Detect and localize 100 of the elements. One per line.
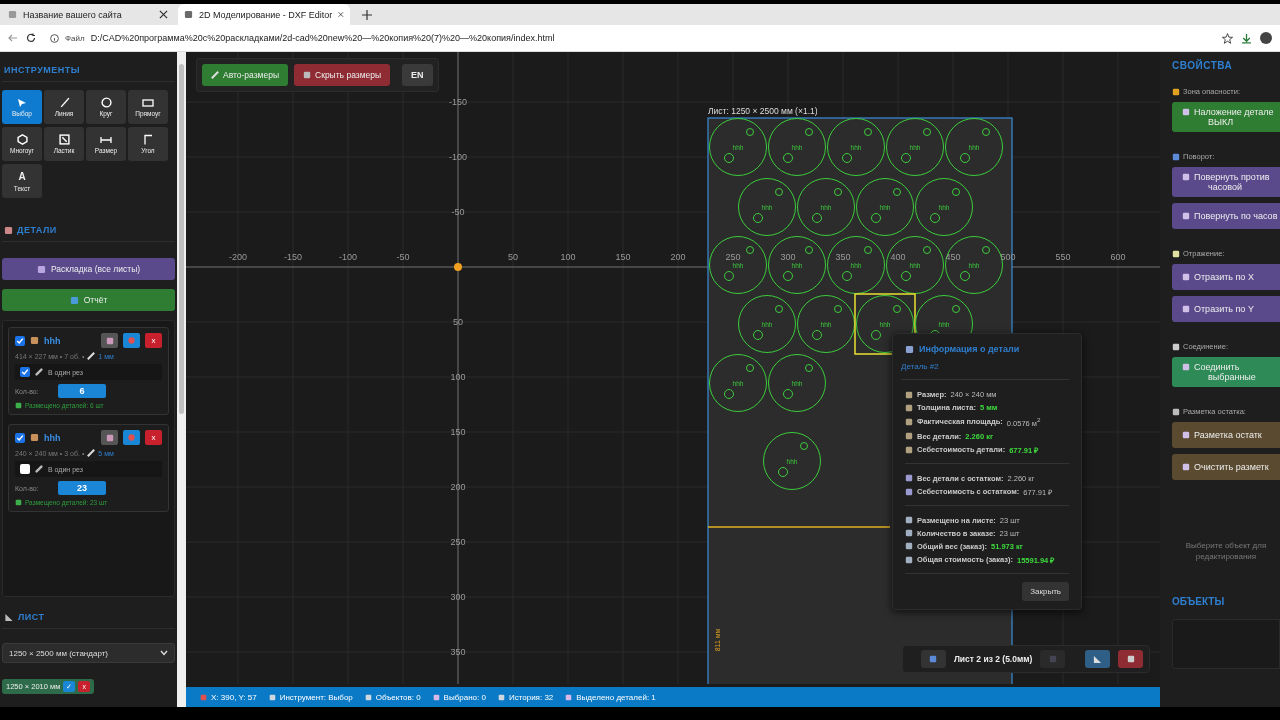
part-outline[interactable]: [827, 118, 885, 176]
part-outline[interactable]: [768, 236, 826, 294]
axis-label: 350: [835, 252, 851, 262]
close-button[interactable]: Закрыть: [1022, 581, 1069, 601]
status-text: Объектов: 0: [375, 692, 421, 702]
part-outline[interactable]: [709, 118, 767, 176]
axis-label: 600: [1110, 252, 1126, 262]
pin-icon: [200, 693, 207, 701]
link-icon: [35, 368, 43, 376]
ruler-icon: [87, 352, 96, 360]
section-icon: [1172, 152, 1180, 161]
part-outline[interactable]: [768, 354, 826, 412]
check-icon: [15, 402, 22, 409]
line-icon: [58, 97, 70, 108]
delete-button[interactable]: x: [145, 333, 162, 348]
checkbox[interactable]: [20, 464, 30, 474]
toolbar-button[interactable]: Скрыть размеры: [294, 64, 391, 86]
next-icon: [1048, 655, 1057, 663]
print-button[interactable]: [101, 430, 118, 445]
triangle-ruler-icon: [4, 612, 14, 622]
button-icon: [1182, 273, 1190, 281]
button-icon: [1182, 463, 1190, 471]
plus-icon[interactable]: [362, 9, 372, 20]
eraser-icon: [58, 134, 70, 145]
back-icon[interactable]: [8, 33, 18, 43]
box-icon: [30, 336, 39, 345]
previous-sheet-button[interactable]: [921, 650, 946, 668]
property-button[interactable]: Отразить по Y: [1172, 296, 1280, 322]
part-outline[interactable]: [886, 118, 944, 176]
part-outline[interactable]: [945, 236, 1003, 294]
toolbar-button[interactable]: Авто-размеры: [202, 64, 289, 86]
quantity-field[interactable]: 6: [58, 384, 106, 398]
angle-icon: [143, 134, 153, 145]
address-field[interactable]: D:/CAD%20программа%20c%20раскладками/2d-cad%20new%20—%20копия%20(7)%20—%20копия/index.html: [90, 33, 555, 43]
property-button[interactable]: Повернуть против часовой: [1172, 167, 1280, 197]
button-icon: [1182, 212, 1190, 220]
popup-subtitle: Деталь #2: [901, 362, 939, 371]
section-icon: [1172, 342, 1180, 351]
axis-label: 300: [450, 592, 466, 602]
property-button[interactable]: Разметка остатк: [1172, 422, 1280, 448]
download-icon[interactable]: [1241, 32, 1252, 44]
reload-icon[interactable]: [26, 33, 36, 43]
property-button[interactable]: Соединить выбранные: [1172, 357, 1280, 387]
part-outline[interactable]: [856, 178, 914, 236]
part-outline[interactable]: [709, 354, 767, 412]
action-button[interactable]: Отчёт: [2, 289, 175, 311]
checkbox[interactable]: [15, 432, 25, 443]
button-icon: [1182, 363, 1190, 371]
part-outline[interactable]: [763, 432, 821, 490]
square-icon: [432, 693, 440, 701]
ruler-icon: [211, 71, 219, 79]
ruler-icon: [364, 693, 372, 701]
property-button[interactable]: Отразить по X: [1172, 264, 1280, 290]
toolbar-button[interactable]: EN: [402, 64, 433, 86]
part-outline[interactable]: [709, 236, 767, 294]
axis-label: 400: [890, 252, 906, 262]
sheet-size-select[interactable]: 1250 × 2500 мм (стандарт): [2, 643, 175, 663]
panel-title: СВОЙСТВА: [1172, 60, 1234, 71]
axis-label: -100: [339, 252, 357, 262]
trash-icon: [1126, 655, 1135, 663]
property-button[interactable]: Наложение детале ВЫКЛ: [1172, 102, 1280, 132]
part-outline[interactable]: [768, 118, 826, 176]
link-icon: [35, 465, 43, 473]
print-button[interactable]: [101, 333, 118, 348]
cursor-icon: [17, 97, 27, 108]
chart-icon: [905, 344, 914, 354]
part-outline[interactable]: [797, 295, 855, 353]
sheet-label: Лист: 1250 × 2500 мм (×1.1): [708, 106, 818, 116]
axis-label: -200: [229, 252, 247, 262]
quantity-field[interactable]: 23: [58, 481, 106, 495]
close-icon[interactable]: [159, 10, 168, 19]
action-button[interactable]: Раскладка (все листы): [2, 258, 175, 280]
eye-icon: [127, 433, 136, 442]
part-outline[interactable]: [827, 236, 885, 294]
panel-title: ОБЪЕКТЫ: [1172, 596, 1226, 608]
browser-tab[interactable]: 2D Моделирование - DXF Editor: [178, 4, 350, 25]
delete-button[interactable]: x: [145, 430, 162, 445]
clipboard-icon: [4, 225, 13, 235]
chevron-icon: [160, 650, 168, 656]
part-name: hhh: [44, 335, 62, 346]
axis-label: -150: [449, 97, 467, 107]
info-icon[interactable]: [50, 33, 59, 43]
property-button[interactable]: Повернуть по часов: [1172, 203, 1280, 229]
part-outline[interactable]: [915, 178, 973, 236]
star-icon[interactable]: [1222, 32, 1233, 44]
delete-sheet-button[interactable]: [1118, 650, 1143, 668]
checkbox[interactable]: [15, 335, 25, 346]
property-button[interactable]: Очистить разметк: [1172, 454, 1280, 480]
part-outline[interactable]: [797, 178, 855, 236]
checkbox[interactable]: [20, 367, 30, 377]
section-icon: [1172, 87, 1180, 96]
browser-tab[interactable]: Название вашего сайта: [2, 4, 174, 25]
sheet-settings-button[interactable]: [1085, 650, 1111, 668]
avatar-icon[interactable]: [1260, 32, 1272, 44]
origin-point: [454, 263, 462, 271]
part-outline[interactable]: [738, 178, 796, 236]
part-outline[interactable]: [945, 118, 1003, 176]
part-outline[interactable]: [886, 236, 944, 294]
part-outline[interactable]: [738, 295, 796, 353]
status-text: Выделено деталей: 1: [576, 692, 656, 702]
